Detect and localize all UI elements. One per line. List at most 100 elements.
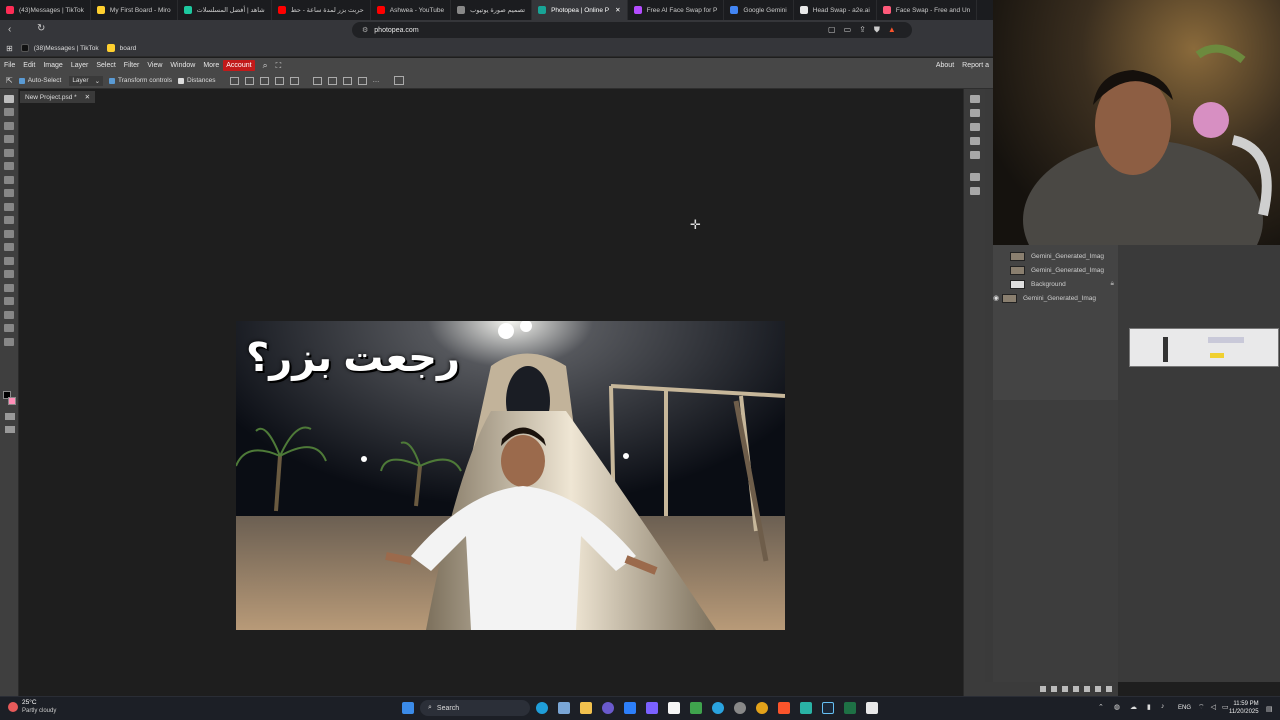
system-clock[interactable]: 11:59 PM 11/20/2025 <box>1229 700 1259 716</box>
align-right-icon[interactable] <box>274 76 284 85</box>
tab-photopea[interactable]: Photopea | Online P ✕ <box>532 0 628 20</box>
bookmark-tiktok[interactable]: (38)Messages | TikTok <box>20 44 99 52</box>
character-icon[interactable] <box>970 137 980 145</box>
menu-window[interactable]: Window <box>166 62 199 69</box>
quick-mask-icon[interactable] <box>5 413 15 420</box>
tab-thumbnail-design[interactable]: تصميم صورة يوتيوب <box>451 0 533 20</box>
align-middle-icon[interactable] <box>312 76 322 85</box>
image-panel-icon[interactable] <box>970 187 980 195</box>
screen-mode-icon[interactable] <box>5 426 15 433</box>
transform-controls-checkbox[interactable]: Transform controls <box>109 77 172 84</box>
brush-settings-icon[interactable] <box>970 123 980 131</box>
visibility-toggle[interactable] <box>993 252 1001 260</box>
properties-icon[interactable] <box>970 109 980 117</box>
menu-filter[interactable]: Filter <box>120 62 144 69</box>
grid-icon[interactable] <box>393 76 404 85</box>
eye-icon[interactable]: ◉ <box>993 294 1001 302</box>
folder-icon[interactable] <box>1084 686 1090 692</box>
menu-file[interactable]: File <box>0 62 19 69</box>
fullscreen-icon[interactable]: ⛶ <box>276 61 282 71</box>
search-icon[interactable]: ⌕ <box>263 60 268 71</box>
clipboard-icon[interactable]: ▢ <box>828 25 836 35</box>
menu-image[interactable]: Image <box>39 62 66 69</box>
mail-icon[interactable] <box>558 702 570 714</box>
visibility-toggle[interactable] <box>993 266 1001 274</box>
xbox-icon[interactable] <box>690 702 702 714</box>
move-tool-icon[interactable]: ⇱ <box>6 76 13 85</box>
effects-icon[interactable] <box>1051 686 1057 692</box>
menu-edit[interactable]: Edit <box>19 62 39 69</box>
align-left-icon[interactable] <box>244 76 254 85</box>
weather-widget[interactable]: 25°C Partly cloudy <box>8 699 56 715</box>
brush-tool-icon[interactable] <box>4 189 14 197</box>
brave-icon[interactable] <box>778 702 790 714</box>
menu-more[interactable]: More <box>199 62 223 69</box>
telegram-icon[interactable] <box>712 702 724 714</box>
more-options-icon[interactable]: … <box>373 77 380 84</box>
eraser-tool-icon[interactable] <box>4 216 14 224</box>
microphone-icon[interactable]: ♪ <box>1161 703 1165 711</box>
apps-grid-icon[interactable]: ⊞ <box>6 44 13 53</box>
layer-select-dropdown[interactable]: Layer ⌄ <box>69 75 104 86</box>
visibility-toggle[interactable] <box>993 280 1001 288</box>
healing-brush-tool-icon[interactable] <box>4 175 14 184</box>
tray-app-icon[interactable]: ◍ <box>1114 703 1120 711</box>
eyedropper-tool-icon[interactable] <box>4 162 14 170</box>
tab-gemini[interactable]: Google Gemini <box>724 0 794 20</box>
align-top-icon[interactable] <box>289 76 299 85</box>
brave-shield-icon[interactable]: ⛊ <box>874 25 880 35</box>
layer-row[interactable]: Gemini_Generated_Imag <box>993 263 1118 277</box>
menu-view[interactable]: View <box>143 62 166 69</box>
distribute-vertical-icon[interactable] <box>357 76 367 85</box>
language-indicator[interactable]: ENG <box>1178 705 1191 711</box>
capcut-icon[interactable] <box>668 702 680 714</box>
magic-wand-tool-icon[interactable] <box>4 135 14 143</box>
tab-tiktok[interactable]: (43)Messages | TikTok <box>0 0 91 20</box>
screen-icon[interactable]: ▭ <box>844 25 852 35</box>
align-bottom-icon[interactable] <box>327 76 337 85</box>
brave-rewards-icon[interactable]: ▲ <box>888 25 896 35</box>
edge-icon[interactable] <box>536 702 548 714</box>
blur-tool-icon[interactable] <box>4 243 14 251</box>
layer-row[interactable]: Gemini_Generated_Imag <box>993 249 1118 263</box>
adjustment-icon[interactable] <box>1073 686 1079 692</box>
tab-youtube-video[interactable]: حربت بزر لمدة ساعة - حط <box>272 0 371 20</box>
tab-face-swap-free[interactable]: Face Swap - Free and Un <box>877 0 978 20</box>
document-tab[interactable]: New Project.psd * ✕ <box>20 91 96 103</box>
gradient-tool-icon[interactable] <box>4 229 14 238</box>
notifications-icon[interactable]: ▤ <box>1266 705 1273 713</box>
align-center-icon[interactable] <box>259 76 269 85</box>
onedrive-icon[interactable]: ☁ <box>1130 703 1137 711</box>
media-icon[interactable] <box>646 702 658 714</box>
windows-start-icon[interactable] <box>402 702 414 714</box>
distances-checkbox[interactable]: Distances <box>177 77 216 84</box>
close-tab-icon[interactable]: ✕ <box>615 6 620 14</box>
thumbnail-image[interactable]: رجعت بزر؟ <box>236 321 785 630</box>
menu-report[interactable]: Report a <box>958 62 993 69</box>
steam-icon[interactable] <box>822 702 834 714</box>
tab-miro[interactable]: My First Board - Miro <box>91 0 178 20</box>
tab-youtube-channel[interactable]: Ashwea - YouTube <box>371 0 452 20</box>
chrome-icon[interactable] <box>756 702 768 714</box>
move-tool-icon[interactable] <box>4 94 14 103</box>
app-icon[interactable] <box>602 702 614 714</box>
hand-tool-icon[interactable] <box>4 324 14 332</box>
auto-select-checkbox[interactable]: Auto-Select <box>18 77 61 84</box>
background-color-swatch[interactable] <box>8 397 16 405</box>
path-select-tool-icon[interactable] <box>4 297 14 305</box>
paragraph-icon[interactable] <box>970 151 980 159</box>
vpn-icon[interactable] <box>800 702 812 714</box>
reload-icon[interactable]: ↻ <box>37 23 45 34</box>
bookmark-board[interactable]: board <box>106 44 136 52</box>
marquee-tool-icon[interactable] <box>4 108 14 116</box>
crop-tool-icon[interactable] <box>4 148 14 157</box>
battery-icon[interactable]: ▮ <box>1147 703 1151 711</box>
menu-select[interactable]: Select <box>92 62 119 69</box>
pen-tool-icon[interactable] <box>4 283 14 292</box>
type-tool-icon[interactable] <box>4 270 14 278</box>
clone-stamp-tool-icon[interactable] <box>4 202 14 211</box>
mask-icon[interactable] <box>1062 686 1068 692</box>
download-icon[interactable] <box>229 76 239 85</box>
taskbar-search[interactable]: ⌕ Search <box>420 700 530 716</box>
dodge-tool-icon[interactable] <box>4 256 14 265</box>
